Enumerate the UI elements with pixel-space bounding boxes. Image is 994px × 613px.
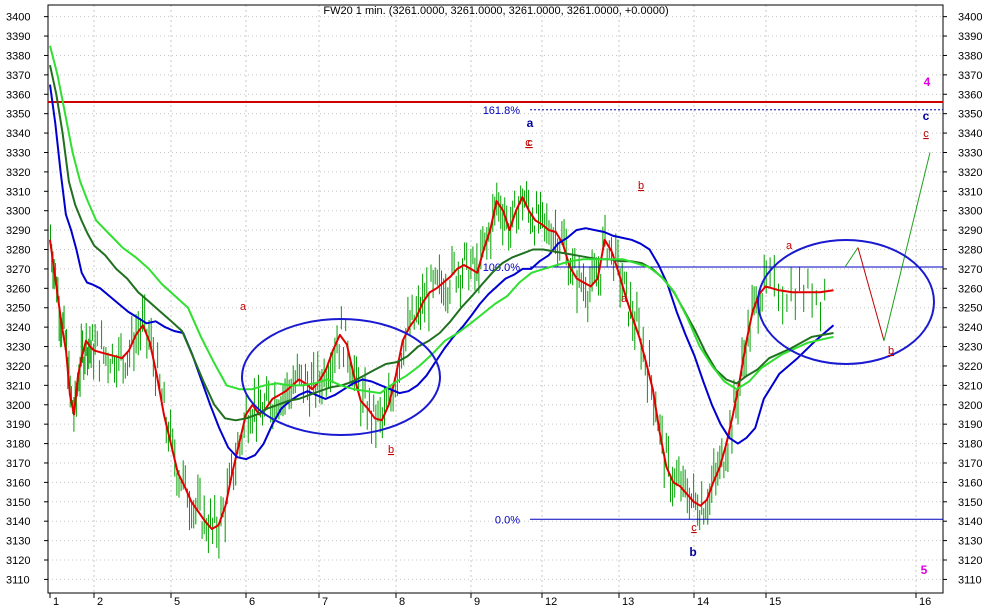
y-tick-label-left: 3140 [6, 516, 30, 528]
wave-label-red: c [923, 128, 929, 140]
chart-title: FW20 1 min. (3261.0000, 3261.0000, 3261.… [323, 5, 668, 17]
y-tick-label-left: 3380 [6, 50, 30, 62]
y-tick-label-right: 3110 [958, 574, 982, 586]
price-chart: 161.8%100.0%0.0% abcacabcbabcc45 3110 311… [0, 0, 994, 608]
y-tick-label-right: 3380 [958, 50, 982, 62]
y-tick-label-left: 3310 [6, 186, 30, 198]
y-tick-label-left: 3390 [6, 31, 30, 43]
y-tick-label-left: 3360 [6, 89, 30, 101]
y-tick-label-left: 3290 [6, 225, 30, 237]
wave-label-red: c [691, 522, 697, 534]
y-tick-label-right: 3390 [958, 31, 982, 43]
wave-label-blue: b [689, 545, 696, 559]
y-tick-label-right: 3300 [958, 206, 982, 218]
y-tick-label-left: 3120 [6, 555, 30, 567]
y-tick-label-left: 3190 [6, 419, 30, 431]
wave-label-blue: c [923, 109, 930, 123]
y-tick-label-right: 3180 [958, 439, 982, 451]
x-tick-label: 5 [174, 596, 180, 608]
wave-label-red: b [388, 444, 394, 456]
y-tick-label-left: 3340 [6, 128, 30, 140]
y-tick-label-left: 3280 [6, 245, 30, 257]
y-tick-label-right: 3160 [958, 477, 982, 489]
y-tick-label-right: 3340 [958, 128, 982, 140]
wave-label-red: a [621, 293, 628, 305]
x-tick-label: 6 [249, 596, 255, 608]
y-tick-label-right: 3130 [958, 536, 982, 548]
y-tick-label-right: 3230 [958, 342, 982, 354]
y-tick-label-right: 3260 [958, 283, 982, 295]
fib-label: 0.0% [495, 514, 520, 526]
y-tick-label-left: 3320 [6, 167, 30, 179]
y-tick-label-left: 3160 [6, 477, 30, 489]
y-tick-label-left: 3330 [6, 147, 30, 159]
y-tick-label-left: 3220 [6, 361, 30, 373]
y-tick-label-right: 3400 [958, 12, 982, 24]
x-tick-label: 1 [53, 596, 59, 608]
y-tick-label-left: 3210 [6, 380, 30, 392]
y-tick-label-left: 3230 [6, 342, 30, 354]
y-tick-label-left: 3250 [6, 303, 30, 315]
wave-label-red: c [527, 137, 533, 149]
y-tick-label-left: 3110 [6, 574, 30, 586]
y-tick-label-left: 3180 [6, 439, 30, 451]
y-tick-label-left: 3270 [6, 264, 30, 276]
wave-label-red: a [240, 301, 247, 313]
x-tick-label: 2 [97, 596, 103, 608]
wave-label-red: a [786, 240, 793, 252]
y-tick-label-right: 3250 [958, 303, 982, 315]
y-tick-label-right: 3370 [958, 70, 982, 82]
wave-label-red: b [638, 180, 644, 192]
y-tick-label-right: 3220 [958, 361, 982, 373]
x-tick-label: 9 [474, 596, 480, 608]
y-tick-label-left: 3350 [6, 109, 30, 121]
y-tick-label-right: 3360 [958, 89, 982, 101]
wave-label-magenta: 5 [921, 563, 928, 577]
y-tick-label-right: 3350 [958, 109, 982, 121]
y-tick-label-right: 3290 [958, 225, 982, 237]
y-tick-label-left: 3200 [6, 400, 30, 412]
chart-window: 161.8% 100.0% 0.0% abcacabcbabcc45 3110 311… [0, 0, 994, 608]
wave-label-magenta: 4 [924, 75, 931, 89]
y-tick-label-left: 3240 [6, 322, 30, 334]
y-tick-label-right: 3190 [958, 419, 982, 431]
x-tick-label: 16 [919, 596, 931, 608]
y-tick-label-right: 3210 [958, 380, 982, 392]
wave-label-red: b [888, 345, 894, 357]
y-tick-label-right: 3200 [958, 400, 982, 412]
y-tick-label-left: 3260 [6, 283, 30, 295]
wave-label-blue: a [527, 116, 534, 130]
y-tick-label-left: 3400 [6, 12, 30, 24]
y-tick-label-right: 3330 [958, 147, 982, 159]
y-tick-label-right: 3150 [958, 497, 982, 509]
x-tick-label: 15 [769, 596, 781, 608]
x-tick-label: 14 [697, 596, 709, 608]
x-tick-label: 12 [545, 596, 557, 608]
y-tick-label-left: 3130 [6, 536, 30, 548]
y-tick-label-left: 3150 [6, 497, 30, 509]
y-tick-label-right: 3120 [958, 555, 982, 567]
x-tick-label: 13 [622, 596, 634, 608]
x-tick-label: 8 [399, 596, 405, 608]
y-tick-label-right: 3310 [958, 186, 982, 198]
y-tick-label-right: 3280 [958, 245, 982, 257]
y-tick-label-right: 3270 [958, 264, 982, 276]
y-tick-label-right: 3320 [958, 167, 982, 179]
y-tick-label-right: 3170 [958, 458, 982, 470]
fib-label: 161.8% [483, 105, 521, 117]
y-tick-label-right: 3240 [958, 322, 982, 334]
y-tick-label-right: 3140 [958, 516, 982, 528]
y-tick-label-left: 3300 [6, 206, 30, 218]
y-tick-label-left: 3370 [6, 70, 30, 82]
y-tick-label-left: 3170 [6, 458, 30, 470]
x-tick-label: 7 [322, 596, 328, 608]
